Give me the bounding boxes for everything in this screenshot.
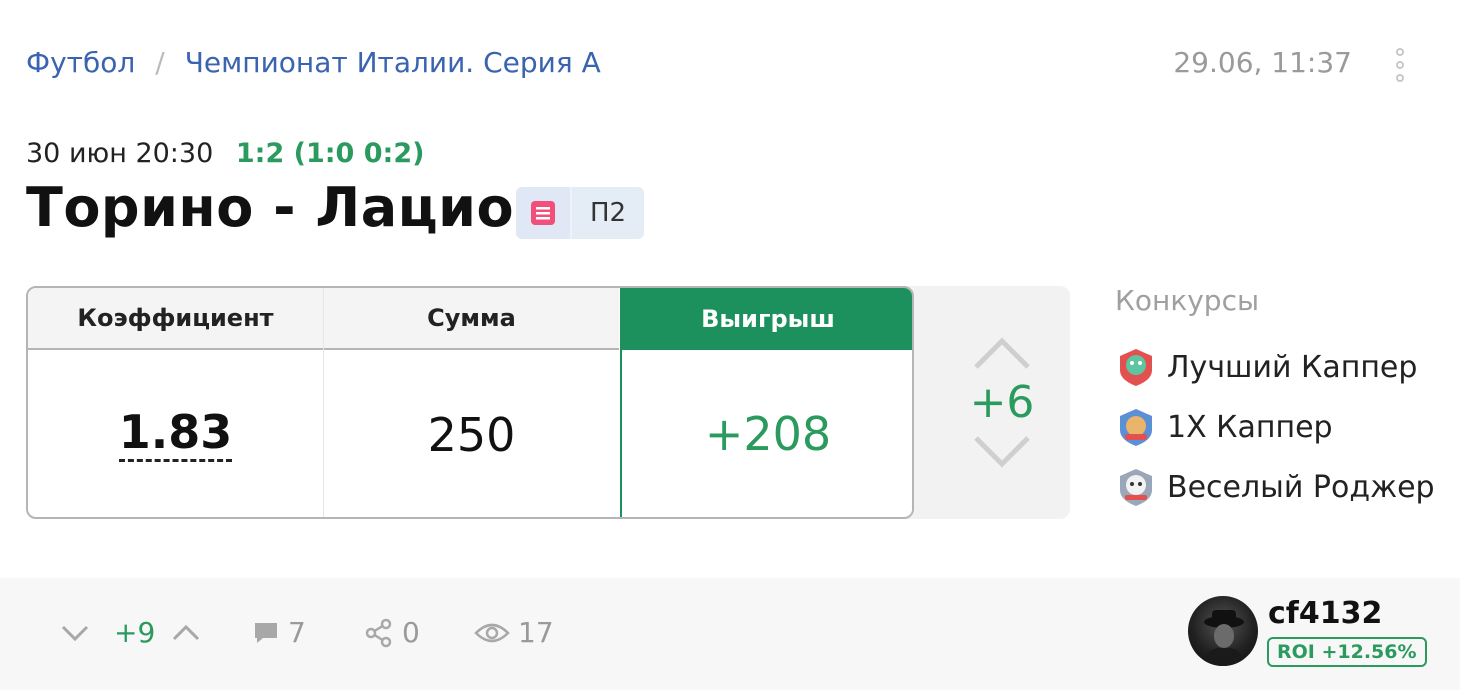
share-icon xyxy=(365,618,392,647)
odds-column: Коэффициент 1.83 xyxy=(28,288,324,517)
downvote-chevron-icon[interactable] xyxy=(972,434,1032,470)
breadcrumb-league-link[interactable]: Чемпионат Италии. Серия А xyxy=(185,46,601,79)
share-button[interactable]: 0 xyxy=(364,616,420,649)
win-value: +208 xyxy=(704,406,832,461)
win-header: Выигрыш xyxy=(622,288,912,350)
best-capper-badge-icon xyxy=(1120,349,1152,386)
odds-value[interactable]: 1.83 xyxy=(118,407,233,462)
breadcrumb-separator: / xyxy=(155,46,165,79)
stake-column: Сумма 250 xyxy=(324,288,619,517)
username[interactable]: cf4132 xyxy=(1268,596,1382,631)
views-counter: 17 xyxy=(474,616,554,649)
contest-item[interactable]: Веселый Роджер xyxy=(1115,457,1435,517)
bet-pick-tag: П2 xyxy=(572,187,644,239)
1x-capper-badge-icon xyxy=(1120,409,1152,446)
contests-title: Конкурсы xyxy=(1115,284,1260,317)
contest-label: Лучший Каппер xyxy=(1167,349,1418,385)
stake-header: Сумма xyxy=(324,288,619,350)
rating-stepper: +6 xyxy=(934,286,1070,519)
breadcrumb: Футбол / Чемпионат Италии. Серия А xyxy=(26,46,601,79)
win-column: Выигрыш +208 xyxy=(620,288,912,517)
match-score: 1:2 (1:0 0:2) xyxy=(235,138,425,169)
vote-up-icon[interactable] xyxy=(171,623,201,643)
user-avatar[interactable] xyxy=(1188,596,1258,666)
vote-score: +9 xyxy=(114,616,156,649)
stake-value: 250 xyxy=(427,407,516,462)
rating-value: +6 xyxy=(969,377,1035,428)
match-title: Торино - Лацио xyxy=(26,176,515,239)
contest-label: Веселый Роджер xyxy=(1167,469,1435,505)
comments-button[interactable]: 7 xyxy=(252,616,306,649)
comment-icon xyxy=(255,622,277,643)
upvote-chevron-icon[interactable] xyxy=(972,335,1032,371)
contest-label: 1X Каппер xyxy=(1167,409,1333,445)
comments-count: 7 xyxy=(288,616,306,649)
jolly-roger-badge-icon xyxy=(1120,469,1152,506)
contests-panel: Конкурсы Лучший Каппер 1X Каппер Веселый… xyxy=(1115,284,1435,517)
vote-control: +9 xyxy=(60,616,209,649)
contest-item[interactable]: Лучший Каппер xyxy=(1115,337,1435,397)
shares-count: 0 xyxy=(402,616,420,649)
odds-header: Коэффициент xyxy=(28,288,323,350)
bet-tags: П2 xyxy=(516,187,644,239)
breadcrumb-sport-link[interactable]: Футбол xyxy=(26,46,135,79)
roi-badge: ROI +12.56% xyxy=(1267,637,1427,667)
views-count: 17 xyxy=(518,616,554,649)
document-icon[interactable] xyxy=(516,187,572,239)
vote-down-icon[interactable] xyxy=(60,623,90,643)
more-options-icon[interactable] xyxy=(1392,48,1408,82)
bet-panel: Коэффициент 1.83 Сумма 250 Выигрыш +208 … xyxy=(26,286,1070,519)
bet-table: Коэффициент 1.83 Сумма 250 Выигрыш +208 xyxy=(26,286,914,519)
match-date: 30 июн 20:30 xyxy=(26,138,214,169)
contest-item[interactable]: 1X Каппер xyxy=(1115,397,1435,457)
eye-icon xyxy=(474,623,510,642)
post-timestamp: 29.06, 11:37 xyxy=(1173,46,1352,79)
match-date-line: 30 июн 20:30 1:2 (1:0 0:2) xyxy=(26,138,424,169)
